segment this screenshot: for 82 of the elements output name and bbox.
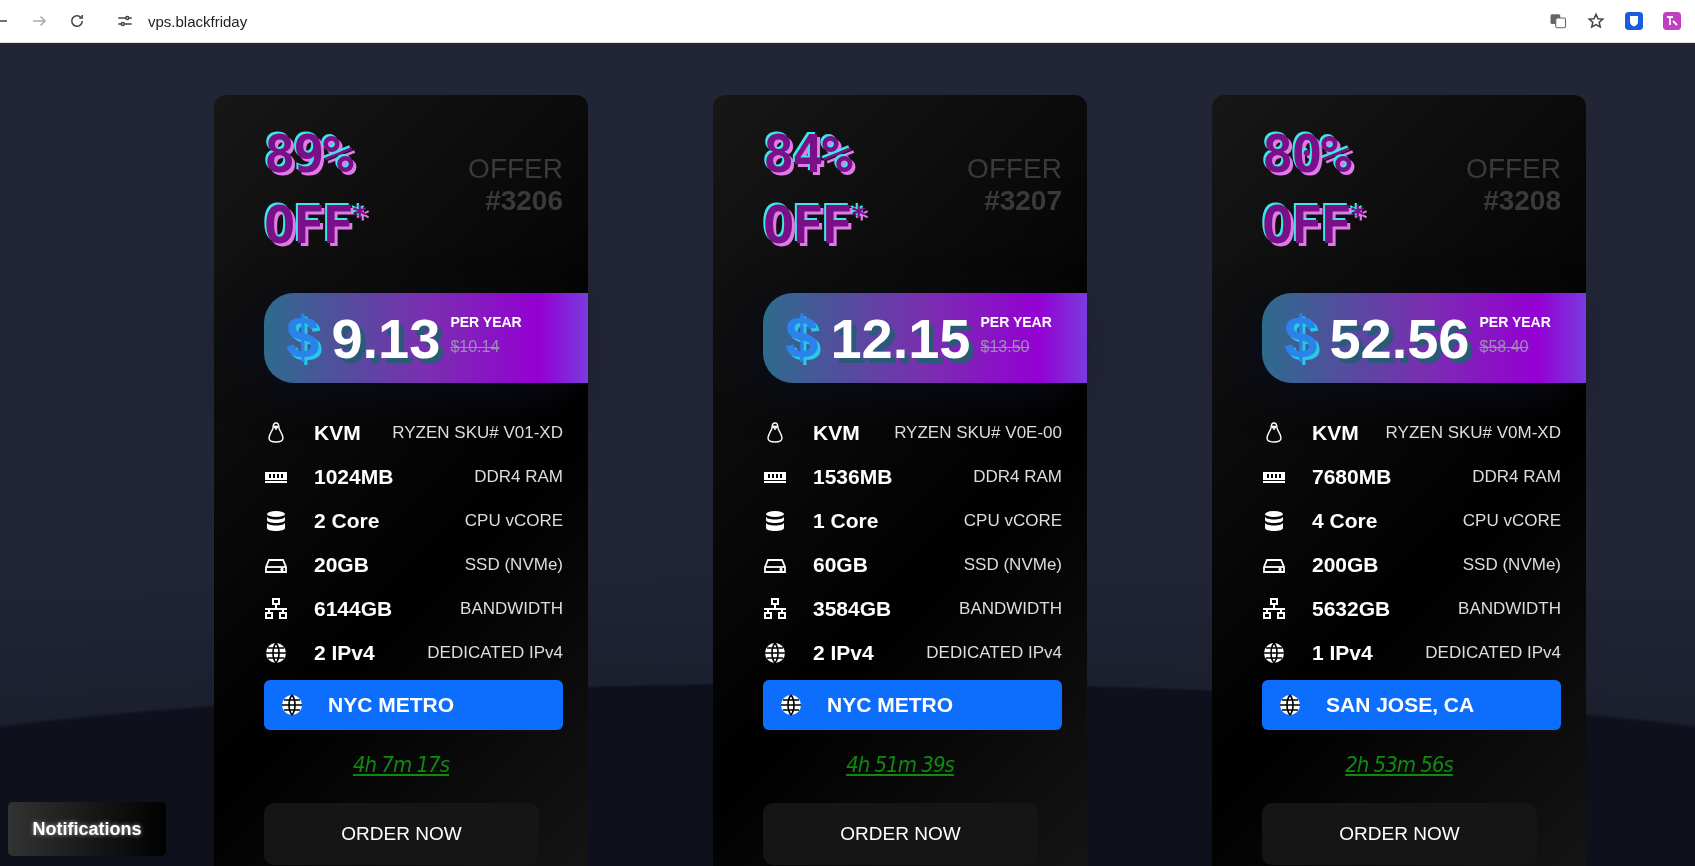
- price: 12.15: [830, 305, 971, 371]
- order-button[interactable]: ORDER NOW: [1262, 803, 1537, 865]
- spec-label: DDR4 RAM: [1472, 467, 1561, 487]
- price: 52.56: [1329, 305, 1470, 371]
- notifications-button[interactable]: Notifications: [8, 802, 166, 856]
- spec-value: 20GB: [314, 553, 369, 577]
- network-icon: [264, 597, 288, 621]
- spec-label: DEDICATED IPv4: [1425, 643, 1561, 663]
- order-button[interactable]: ORDER NOW: [763, 803, 1038, 865]
- spec-value: 2 IPv4: [314, 641, 375, 665]
- order-button[interactable]: ORDER NOW: [264, 803, 539, 865]
- star-icon[interactable]: [1587, 12, 1605, 30]
- spec-value: 1024MB: [314, 465, 394, 489]
- globe-icon: [779, 693, 803, 717]
- spec-label: BANDWIDTH: [1458, 599, 1561, 619]
- spec-value: 60GB: [813, 553, 868, 577]
- spec-value: 1 Core: [813, 509, 879, 533]
- spec-value: KVM: [314, 421, 361, 445]
- globe-icon: [763, 641, 787, 665]
- spec-value: 1536MB: [813, 465, 893, 489]
- price: 9.13: [331, 305, 441, 371]
- spec-label: SSD (NVMe): [963, 555, 1062, 575]
- spec-label: DEDICATED IPv4: [427, 643, 563, 663]
- spec-label: DDR4 RAM: [474, 467, 563, 487]
- spec-label: DDR4 RAM: [973, 467, 1062, 487]
- extension-icon[interactable]: [1663, 12, 1681, 30]
- currency-symbol: $: [1284, 308, 1318, 368]
- discount-percent: 89%: [264, 123, 354, 185]
- spec-label: CPU vCORE: [963, 511, 1062, 531]
- globe-icon: [280, 693, 304, 717]
- currency-symbol: $: [785, 308, 819, 368]
- database-icon: [1262, 509, 1286, 533]
- globe-icon: [264, 641, 288, 665]
- network-icon: [1262, 597, 1286, 621]
- discount-percent: 80%: [1262, 123, 1352, 185]
- spec-label: RYZEN SKU# V0M-XD: [1385, 423, 1561, 443]
- database-icon: [264, 509, 288, 533]
- billing-period: PER YEAR: [450, 314, 523, 330]
- location-button[interactable]: NYC METRO: [264, 680, 563, 730]
- currency-symbol: $: [286, 308, 320, 368]
- countdown-timer: 4h 51m 39s: [846, 752, 954, 777]
- location-button[interactable]: SAN JOSE, CA: [1262, 680, 1561, 730]
- countdown-timer: 2h 53m 56s: [1345, 752, 1453, 777]
- spec-value: 2 IPv4: [813, 641, 874, 665]
- spec-value: 2 Core: [314, 509, 380, 533]
- spec-label: RYZEN SKU# V0E-00: [894, 423, 1062, 443]
- billing-period: PER YEAR: [1479, 314, 1552, 330]
- spec-value: KVM: [1312, 421, 1359, 445]
- globe-icon: [1278, 693, 1302, 717]
- spec-label: SSD (NVMe): [1462, 555, 1561, 575]
- spec-value: 200GB: [1312, 553, 1379, 577]
- spec-value: KVM: [813, 421, 860, 445]
- spec-label: SSD (NVMe): [464, 555, 563, 575]
- old-price: $10.14: [450, 338, 500, 356]
- database-icon: [763, 509, 787, 533]
- spec-label: CPU vCORE: [1462, 511, 1561, 531]
- discount-off: OFF$^{*}$: [763, 194, 865, 257]
- old-price: $13.50: [980, 338, 1030, 356]
- spec-value: 7680MB: [1312, 465, 1392, 489]
- spec-label: BANDWIDTH: [959, 599, 1062, 619]
- spec-value: 5632GB: [1312, 597, 1391, 621]
- old-price: $58.40: [1479, 338, 1529, 356]
- spec-label: DEDICATED IPv4: [926, 643, 1062, 663]
- globe-icon: [1262, 641, 1286, 665]
- spec-label: RYZEN SKU# V01-XD: [392, 423, 563, 443]
- billing-period: PER YEAR: [980, 314, 1053, 330]
- spec-value: 6144GB: [314, 597, 393, 621]
- spec-label: CPU vCORE: [464, 511, 563, 531]
- discount-off: OFF$^{*}$: [1262, 194, 1364, 257]
- location-button[interactable]: NYC METRO: [763, 680, 1062, 730]
- spec-label: BANDWIDTH: [460, 599, 563, 619]
- shield-extension-icon[interactable]: [1625, 12, 1643, 30]
- translate-icon[interactable]: [1549, 12, 1567, 30]
- reload-icon[interactable]: [68, 12, 86, 30]
- spec-value: 4 Core: [1312, 509, 1378, 533]
- url-text[interactable]: vps.blackfriday: [148, 12, 248, 30]
- network-icon: [763, 597, 787, 621]
- spec-value: 3584GB: [813, 597, 892, 621]
- discount-off: OFF$^{*}$: [264, 194, 366, 257]
- countdown-timer: 4h 7m 17s: [352, 752, 450, 777]
- spec-value: 1 IPv4: [1312, 641, 1373, 665]
- discount-percent: 84%: [763, 123, 853, 185]
